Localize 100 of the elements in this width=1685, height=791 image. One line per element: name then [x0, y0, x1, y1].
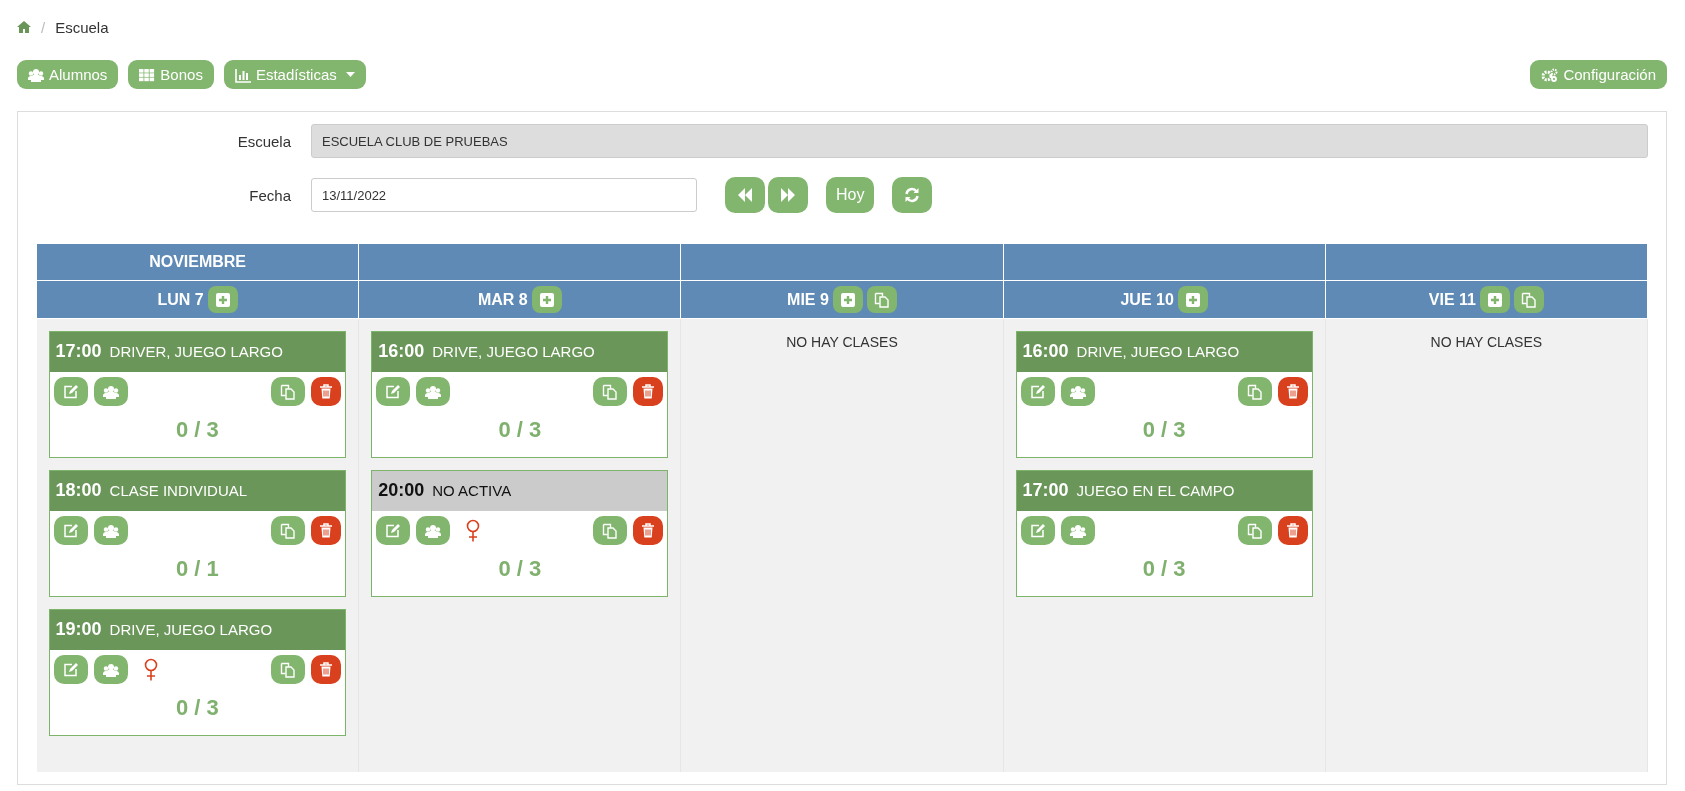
students-button[interactable]	[416, 377, 451, 406]
class-time: 17:00	[1022, 480, 1069, 501]
users-icon	[1068, 383, 1087, 400]
class-time: 16:00	[378, 341, 425, 362]
occupancy-count: 0 / 3	[174, 694, 220, 722]
class-title: DRIVE, JUEGO LARGO	[432, 343, 595, 360]
edit-button[interactable]	[376, 516, 411, 545]
occupancy-count: 0 / 3	[1141, 416, 1187, 444]
class-title: CLASE INDIVIDUAL	[109, 482, 248, 499]
plus-icon	[1185, 292, 1200, 307]
trash-icon	[641, 384, 656, 399]
class-title: DRIVE, JUEGO LARGO	[1076, 343, 1240, 360]
add-class-button[interactable]	[832, 286, 863, 313]
add-class-button[interactable]	[207, 286, 238, 313]
students-button[interactable]	[93, 516, 128, 545]
copy-icon	[280, 522, 297, 539]
edit-icon	[1029, 522, 1046, 539]
class-title: DRIVE, JUEGO LARGO	[109, 621, 273, 638]
class-title: DRIVER, JUEGO LARGO	[109, 343, 283, 360]
copy-button[interactable]	[271, 516, 306, 545]
date-field[interactable]: 13/11/2022	[311, 178, 697, 212]
users-icon	[1068, 522, 1087, 539]
class-time: 17:00	[55, 341, 102, 362]
add-class-button[interactable]	[1177, 286, 1208, 313]
edit-icon	[1029, 383, 1046, 400]
day-label: JUE 10	[1120, 290, 1174, 309]
day-label: LUN 7	[157, 290, 204, 309]
trash-icon	[1285, 384, 1300, 399]
refresh-button[interactable]	[892, 177, 933, 213]
toolbar-button[interactable]: Estadísticas	[223, 60, 366, 89]
toolbar-button[interactable]: Alumnos	[17, 60, 119, 89]
students-button[interactable]	[1060, 516, 1095, 545]
users-icon	[28, 66, 44, 83]
copy-button[interactable]	[593, 377, 628, 406]
edit-icon	[385, 522, 402, 539]
copy-button[interactable]	[593, 516, 628, 545]
add-class-button[interactable]	[531, 286, 562, 313]
delete-button[interactable]	[633, 377, 664, 406]
class-time: 19:00	[55, 619, 102, 640]
edit-button[interactable]	[53, 655, 88, 684]
students-button[interactable]	[1060, 377, 1095, 406]
home-icon[interactable]	[17, 21, 31, 33]
next-button[interactable]	[768, 177, 808, 213]
trash-icon	[319, 662, 334, 677]
edit-button[interactable]	[1020, 516, 1055, 545]
settings-icon	[1541, 67, 1559, 82]
delete-button[interactable]	[1277, 377, 1308, 406]
add-class-button[interactable]	[1479, 286, 1510, 313]
edit-icon	[62, 383, 79, 400]
copy-icon	[1246, 522, 1263, 539]
class-title: NO ACTIVA	[432, 482, 512, 499]
plus-icon	[215, 292, 230, 307]
copy-icon	[602, 522, 619, 539]
students-button[interactable]	[416, 516, 451, 545]
copy-icon	[602, 383, 619, 400]
bar-chart-icon	[234, 66, 251, 83]
previous-button[interactable]	[725, 177, 765, 213]
refresh-icon	[904, 187, 921, 203]
edit-button[interactable]	[53, 516, 88, 545]
copy-button[interactable]	[271, 377, 306, 406]
edit-icon	[385, 383, 402, 400]
toolbar-button[interactable]: Bonos	[128, 60, 214, 89]
users-icon	[424, 522, 443, 539]
copy-icon	[1246, 383, 1263, 400]
field-label: Fecha	[248, 186, 291, 204]
settings-button[interactable]: Configuración	[1530, 60, 1667, 89]
copy-button[interactable]	[1237, 377, 1272, 406]
edit-button[interactable]	[376, 377, 411, 406]
copy-icon	[873, 291, 890, 308]
students-button[interactable]	[93, 377, 128, 406]
users-icon	[101, 383, 120, 400]
delete-button[interactable]	[311, 655, 342, 684]
plus-icon	[840, 292, 855, 307]
delete-button[interactable]	[633, 516, 664, 545]
copy-day-button[interactable]	[866, 286, 897, 313]
occupancy-count: 0 / 3	[1141, 555, 1187, 583]
occupancy-count: 0 / 3	[497, 555, 543, 583]
occupancy-count: 0 / 3	[174, 416, 220, 444]
edit-button[interactable]	[1020, 377, 1055, 406]
rewind-icon	[737, 188, 753, 202]
edit-icon	[62, 522, 79, 539]
students-button[interactable]	[93, 655, 128, 684]
users-icon	[424, 383, 443, 400]
month-label: NOVIEMBRE	[149, 253, 247, 270]
copy-day-button[interactable]	[1513, 286, 1544, 313]
delete-button[interactable]	[311, 516, 342, 545]
class-time: 16:00	[1022, 341, 1069, 362]
edit-button[interactable]	[53, 377, 88, 406]
empty-message: NO HAY CLASES	[1429, 334, 1544, 350]
delete-button[interactable]	[1277, 516, 1308, 545]
plus-icon	[1487, 292, 1502, 307]
edit-icon	[62, 661, 79, 678]
users-icon	[101, 661, 120, 678]
copy-icon	[1520, 291, 1537, 308]
copy-button[interactable]	[1237, 516, 1272, 545]
today-button[interactable]: Hoy	[826, 177, 875, 213]
copy-button[interactable]	[271, 655, 306, 684]
delete-button[interactable]	[311, 377, 342, 406]
breadcrumb-separator: /	[41, 18, 46, 36]
trash-icon	[1285, 523, 1300, 538]
